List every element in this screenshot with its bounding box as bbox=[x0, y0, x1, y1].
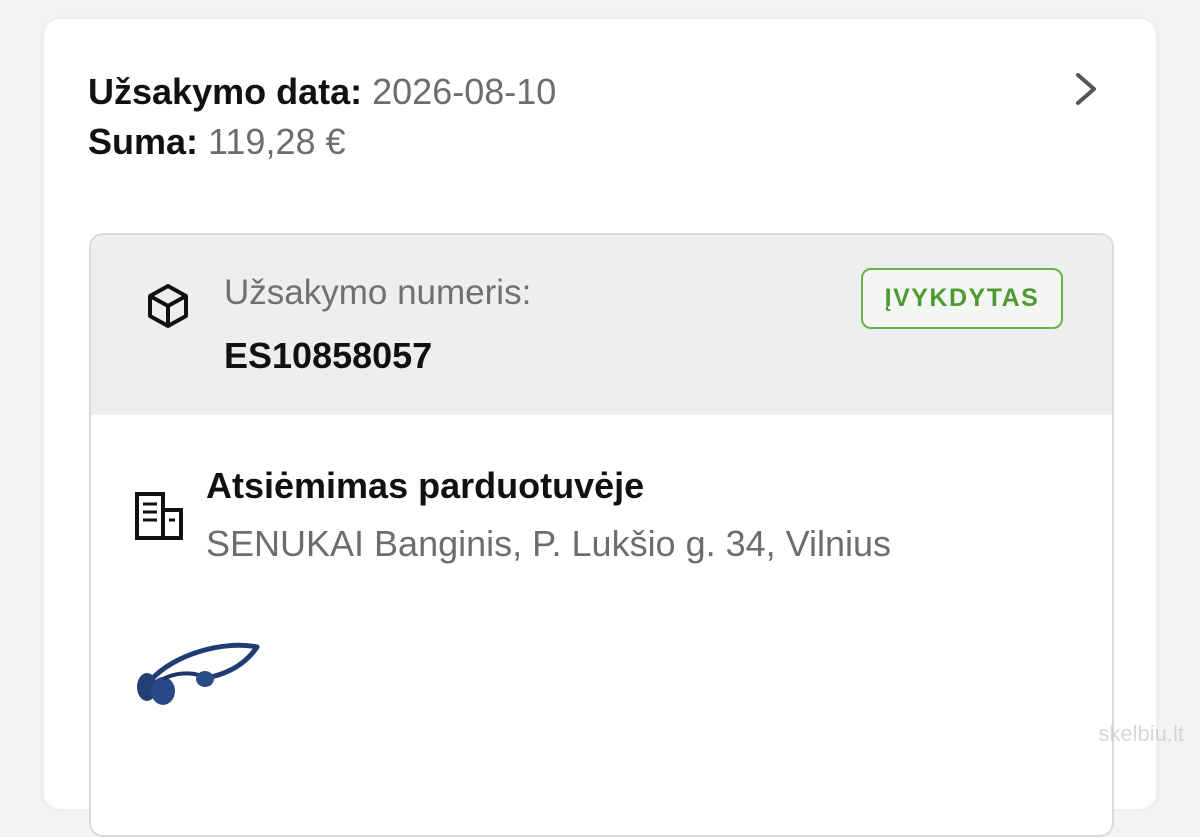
order-card[interactable]: Užsakymo data: 2026-08-10 Suma: 119,28 €… bbox=[44, 19, 1156, 837]
order-date-value: 2026-08-10 bbox=[372, 71, 557, 112]
order-number-label: Užsakymo numeris: bbox=[224, 273, 532, 312]
status-badge: ĮVYKDYTAS bbox=[861, 268, 1063, 329]
order-sum-label: Suma: bbox=[88, 121, 199, 162]
order-sum-line: Suma: 119,28 € bbox=[88, 117, 556, 167]
package-box-icon bbox=[148, 284, 188, 328]
order-date-label: Užsakymo data: bbox=[88, 71, 363, 112]
order-header: Užsakymo numeris: ES10858057 ĮVYKDYTAS bbox=[91, 235, 1112, 415]
order-date-line: Užsakymo data: 2026-08-10 bbox=[88, 67, 556, 117]
watermark: skelbiu.lt bbox=[1098, 721, 1184, 746]
headphones-image[interactable] bbox=[133, 635, 263, 710]
pickup-title: Atsiėmimas parduotuvėje bbox=[206, 465, 645, 506]
building-icon bbox=[135, 492, 183, 540]
order-sum-value: 119,28 € bbox=[208, 121, 346, 162]
order-number-value: ES10858057 bbox=[224, 335, 433, 376]
chevron-right-icon[interactable] bbox=[1068, 69, 1104, 109]
order-details-box: Užsakymo numeris: ES10858057 ĮVYKDYTAS A… bbox=[89, 233, 1114, 837]
pickup-address: SENUKAI Banginis, P. Lukšio g. 34, Vilni… bbox=[206, 523, 892, 564]
order-summary: Užsakymo data: 2026-08-10 Suma: 119,28 € bbox=[88, 67, 556, 167]
